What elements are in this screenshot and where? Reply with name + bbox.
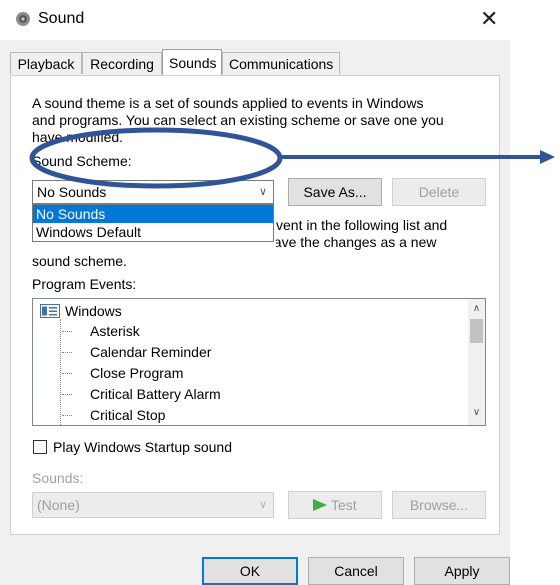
test-label: Test	[330, 497, 357, 513]
dropdown-option-no-sounds[interactable]: No Sounds	[33, 205, 273, 223]
tree-connector	[62, 394, 72, 395]
program-events-label: Program Events:	[32, 276, 137, 292]
delete-button[interactable]: Delete	[392, 178, 486, 206]
window-title: Sound	[38, 10, 85, 27]
event-item[interactable]: Close Program	[90, 363, 183, 383]
scroll-down-icon[interactable]: ∨	[468, 405, 485, 421]
sound-scheme-select[interactable]: No Sounds ∨	[32, 180, 274, 204]
close-icon[interactable]: ✕	[480, 6, 498, 32]
sound-dialog: Sound ✕ Playback Recording Sounds Commun…	[0, 0, 510, 585]
tab-communications[interactable]: Communications	[222, 52, 340, 74]
event-item[interactable]: Calendar Reminder	[90, 342, 211, 362]
tab-recording[interactable]: Recording	[82, 52, 162, 74]
dropdown-option-windows-default[interactable]: Windows Default	[33, 223, 273, 241]
program-events-list[interactable]: Windows Asterisk Calendar Reminder Close…	[32, 298, 486, 426]
apply-button[interactable]: Apply	[414, 557, 510, 585]
tree-connector	[60, 319, 61, 425]
chevron-down-icon: ∨	[258, 499, 267, 511]
tree-root-windows[interactable]: Windows	[65, 301, 122, 321]
browse-button[interactable]: Browse...	[392, 491, 486, 519]
tree-connector	[62, 331, 72, 332]
chevron-down-icon: ∨	[258, 186, 267, 198]
instructions-line-3: sound scheme.	[32, 253, 127, 269]
sounds-value: (None)	[37, 497, 80, 513]
sounds-select[interactable]: (None) ∨	[32, 492, 274, 518]
event-item[interactable]: Critical Stop	[90, 405, 165, 425]
windows-folder-icon	[40, 304, 60, 318]
startup-sound-label: Play Windows Startup sound	[53, 439, 232, 455]
speaker-icon	[16, 12, 30, 26]
tab-playback[interactable]: Playback	[10, 52, 82, 74]
scroll-thumb[interactable]	[470, 319, 483, 343]
startup-sound-checkbox[interactable]	[33, 440, 47, 454]
scroll-up-icon[interactable]: ∧	[468, 301, 485, 317]
instructions-line-1: vent in the following list and	[276, 217, 448, 233]
test-button[interactable]: Test	[288, 491, 382, 519]
sound-scheme-value: No Sounds	[37, 184, 107, 200]
tree-connector	[62, 415, 72, 416]
tab-sounds[interactable]: Sounds	[162, 49, 222, 75]
cancel-button[interactable]: Cancel	[308, 557, 404, 585]
sound-scheme-dropdown: No Sounds Windows Default	[32, 204, 274, 242]
ok-button[interactable]: OK	[202, 557, 298, 585]
sounds-label: Sounds:	[32, 470, 84, 486]
title-bar: Sound ✕	[0, 0, 510, 40]
arrow-right-icon	[540, 150, 555, 164]
save-as-button[interactable]: Save As...	[288, 178, 382, 206]
event-item[interactable]: Critical Battery Alarm	[90, 384, 221, 404]
tree-connector	[62, 352, 72, 353]
event-item[interactable]: Asterisk	[90, 321, 140, 341]
description-line-3: have modified.	[32, 129, 124, 145]
sound-scheme-label: Sound Scheme:	[32, 153, 132, 169]
description-line-1: A sound theme is a set of sounds applied…	[32, 95, 424, 111]
description-line-2: and programs. You can select an existing…	[32, 112, 444, 128]
tree-connector	[62, 373, 72, 374]
play-icon	[313, 499, 328, 511]
list-scrollbar[interactable]: ∧ ∨	[468, 299, 485, 425]
